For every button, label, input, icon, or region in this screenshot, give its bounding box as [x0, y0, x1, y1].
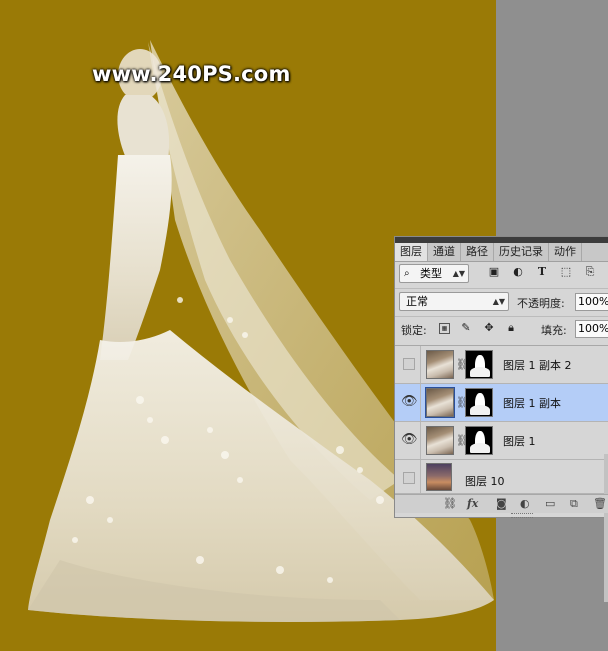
- link-layers-icon[interactable]: ⛓: [443, 497, 457, 510]
- type-filter-icon[interactable]: T: [536, 266, 548, 278]
- layer-row-copy[interactable]: 👁︎ ⛓ 图层 1 副本: [395, 384, 608, 422]
- opacity-label: 不透明度:: [517, 297, 565, 310]
- layer-row-copy-2[interactable]: ⛓ 图层 1 副本 2: [395, 346, 608, 384]
- panel-resize-grip[interactable]: [511, 513, 533, 518]
- visibility-toggle-off[interactable]: [403, 358, 415, 370]
- filter-type-label: 类型: [420, 267, 442, 280]
- layer-name[interactable]: 图层 10: [465, 473, 505, 489]
- layer-thumbnail: [426, 463, 452, 491]
- new-group-icon[interactable]: ▭: [545, 497, 555, 510]
- add-mask-icon[interactable]: ◙: [496, 497, 507, 510]
- layer-mask-thumbnail[interactable]: [465, 388, 493, 417]
- adjustment-filter-icon[interactable]: ◐: [512, 266, 524, 278]
- visibility-toggle-off[interactable]: [403, 472, 415, 484]
- tab-channels[interactable]: 通道: [428, 243, 461, 261]
- blend-mode-value: 正常: [406, 295, 428, 308]
- tab-layers[interactable]: 图层: [395, 243, 428, 261]
- lock-transparent-icon[interactable]: ▦: [439, 323, 450, 334]
- filter-type-select[interactable]: ⌕ 类型 ▲▼: [399, 264, 469, 283]
- layer-thumbnail: [425, 387, 455, 418]
- eye-icon[interactable]: 👁︎: [401, 395, 418, 409]
- lock-position-icon[interactable]: ✥: [483, 322, 495, 334]
- layer-thumbnail: [426, 350, 454, 379]
- smart-object-filter-icon[interactable]: ⎘: [584, 266, 596, 278]
- layers-scrollbar[interactable]: [604, 454, 608, 602]
- fill-label: 填充:: [541, 324, 567, 337]
- chevron-updown-icon: ▲▼: [492, 297, 505, 306]
- fill-input[interactable]: 100%: [575, 320, 608, 338]
- layers-panel: 图层 通道 路径 历史记录 动作 ⌕ 类型 ▲▼ ▣ ◐ T ⬚ ⎘ 正常 ▲▼…: [394, 236, 608, 602]
- layer-mask-thumbnail[interactable]: [465, 426, 493, 455]
- layer-row-1[interactable]: 👁︎ ⛓ 图层 1: [395, 422, 608, 460]
- chevron-updown-icon: ▲▼: [452, 269, 465, 278]
- divider: [420, 460, 421, 493]
- fx-icon[interactable]: fx: [467, 497, 478, 510]
- lock-row: 锁定: ▦ ✎ ✥ 🔒︎ 填充: 100%: [395, 316, 608, 341]
- eye-icon[interactable]: 👁︎: [401, 433, 418, 447]
- filter-row: ⌕ 类型 ▲▼ ▣ ◐ T ⬚ ⎘: [395, 262, 608, 286]
- search-icon: ⌕: [404, 268, 410, 279]
- tab-actions[interactable]: 动作: [549, 243, 582, 261]
- layer-name[interactable]: 图层 1 副本: [503, 395, 561, 411]
- divider: [420, 384, 421, 421]
- opacity-input[interactable]: 100%: [575, 293, 608, 311]
- adjustment-layer-icon[interactable]: ◐: [520, 497, 530, 510]
- layer-row-10[interactable]: 图层 10: [395, 460, 608, 494]
- tab-paths[interactable]: 路径: [461, 243, 494, 261]
- layer-thumbnail: [426, 426, 454, 455]
- layers-footer: ⛓ fx ◙ ◐ ▭ ⧉ 🗑︎: [395, 494, 608, 513]
- divider: [420, 346, 421, 383]
- blend-mode-select[interactable]: 正常 ▲▼: [399, 292, 509, 311]
- layers-list: ⛓ 图层 1 副本 2 👁︎ ⛓ 图层 1 副本 👁︎ ⛓ 图层 1 图层 10: [395, 345, 608, 602]
- layer-name[interactable]: 图层 1: [503, 433, 536, 449]
- lock-label: 锁定:: [401, 324, 427, 337]
- tab-history[interactable]: 历史记录: [494, 243, 549, 261]
- lock-all-icon[interactable]: 🔒︎: [505, 322, 517, 334]
- delete-layer-icon[interactable]: 🗑︎: [593, 497, 607, 510]
- divider: [420, 422, 421, 459]
- image-filter-icon[interactable]: ▣: [488, 266, 500, 278]
- panel-tabs: 图层 通道 路径 历史记录 动作: [395, 243, 608, 262]
- watermark-text: www.240PS.com: [92, 62, 291, 86]
- lock-paint-icon[interactable]: ✎: [460, 322, 472, 334]
- shape-filter-icon[interactable]: ⬚: [560, 266, 572, 278]
- layer-name[interactable]: 图层 1 副本 2: [503, 357, 572, 373]
- new-layer-icon[interactable]: ⧉: [570, 497, 578, 510]
- layer-mask-thumbnail[interactable]: [465, 350, 493, 379]
- blend-row: 正常 ▲▼ 不透明度: 100%: [395, 288, 608, 313]
